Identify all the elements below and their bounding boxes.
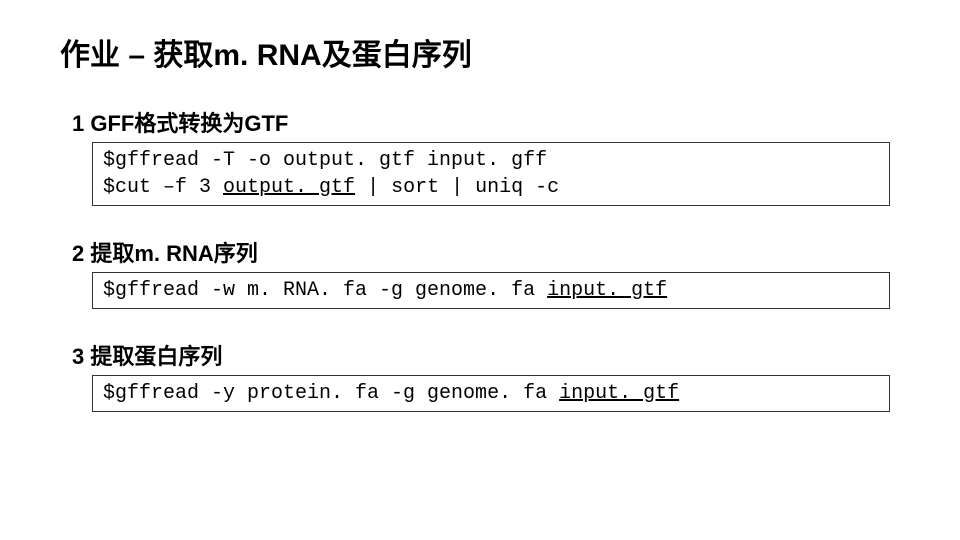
code-text: $gffread -w m. RNA. fa -g genome. fa <box>103 279 547 302</box>
section-2: 2 提取m. RNA序列 $gffread -w m. RNA. fa -g g… <box>60 236 900 309</box>
section-2-code: $gffread -w m. RNA. fa -g genome. fa inp… <box>92 272 890 309</box>
code-text: | sort | uniq -c <box>355 176 559 199</box>
section-3-heading: 3 提取蛋白序列 <box>72 339 900 371</box>
code-line: $cut –f 3 output. gtf | sort | uniq -c <box>103 174 879 201</box>
code-text: $gffread -T -o output. gtf input. gff <box>103 149 547 172</box>
code-line: $gffread -y protein. fa -g genome. fa in… <box>103 380 879 407</box>
code-text: $gffread -y protein. fa -g genome. fa <box>103 382 559 405</box>
section-3: 3 提取蛋白序列 $gffread -y protein. fa -g geno… <box>60 339 900 412</box>
section-1-code: $gffread -T -o output. gtf input. gff$cu… <box>92 142 890 206</box>
code-line: $gffread -T -o output. gtf input. gff <box>103 147 879 174</box>
code-underlined: input. gtf <box>547 279 667 302</box>
code-underlined: input. gtf <box>559 382 679 405</box>
code-underlined: output. gtf <box>223 176 355 199</box>
page-title: 作业 – 获取m. RNA及蛋白序列 <box>60 30 900 74</box>
section-2-heading: 2 提取m. RNA序列 <box>72 236 900 268</box>
code-line: $gffread -w m. RNA. fa -g genome. fa inp… <box>103 277 879 304</box>
section-1-heading: 1 GFF格式转换为GTF <box>72 106 900 138</box>
section-1: 1 GFF格式转换为GTF $gffread -T -o output. gtf… <box>60 106 900 206</box>
code-text: $cut –f 3 <box>103 176 223 199</box>
section-3-code: $gffread -y protein. fa -g genome. fa in… <box>92 375 890 412</box>
